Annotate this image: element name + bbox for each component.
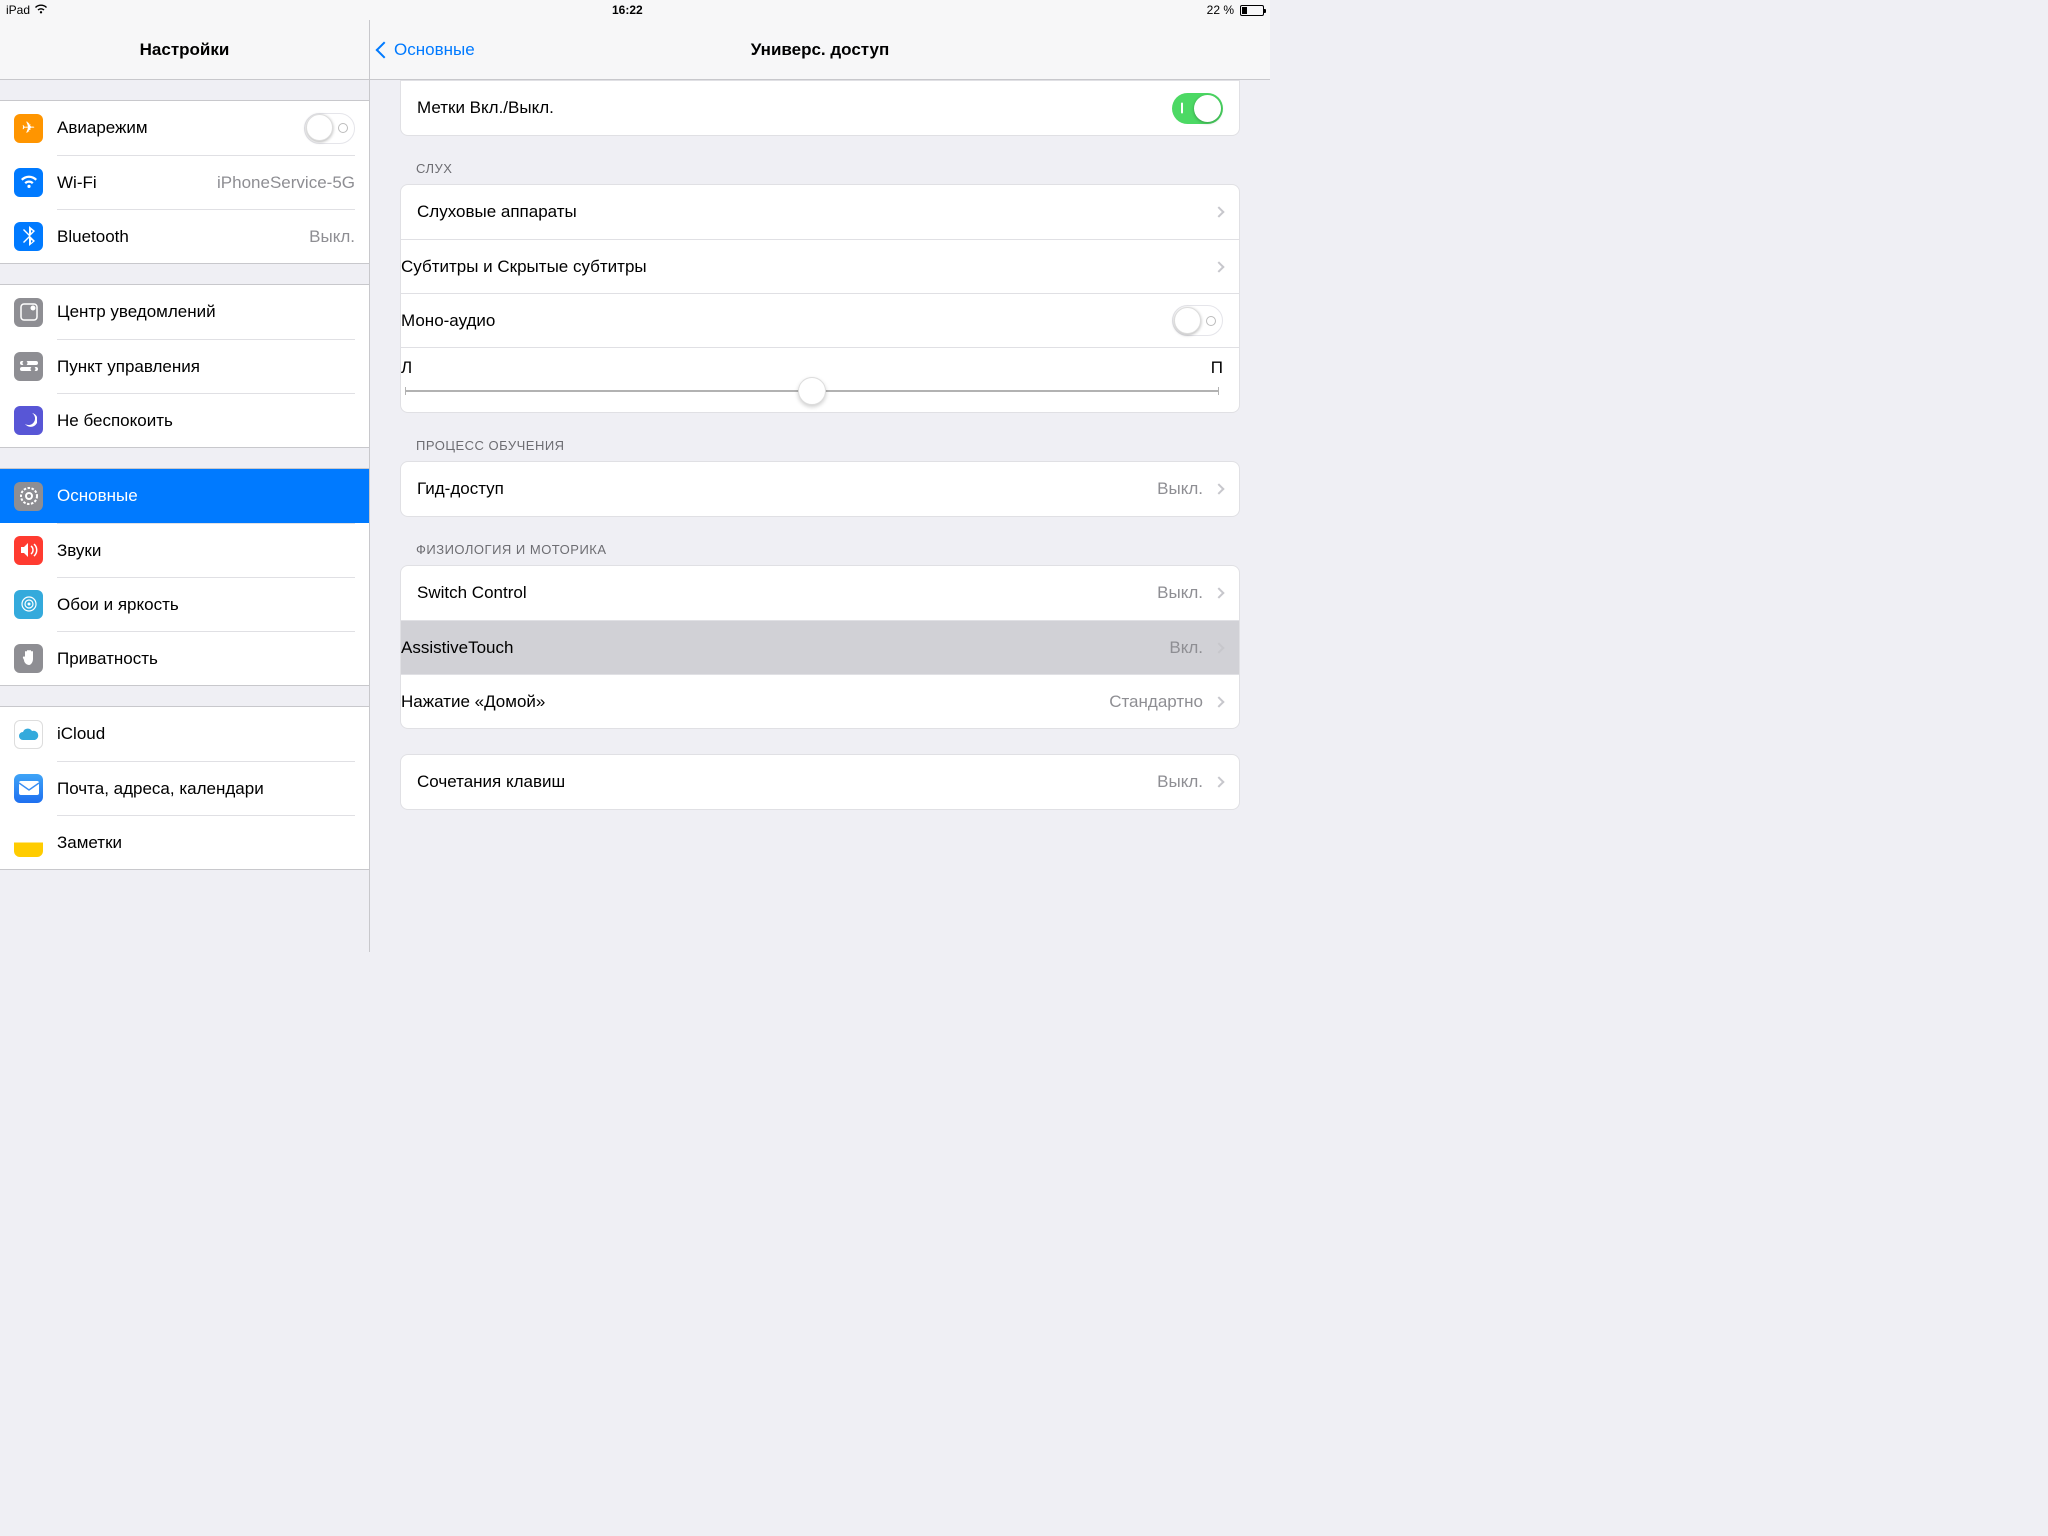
sidebar-item-wifi[interactable]: Wi-Fi iPhoneService-5G [0, 155, 369, 209]
sidebar-item-mail[interactable]: Почта, адреса, календари [0, 761, 369, 815]
cloud-icon [14, 720, 43, 749]
battery-pct: 22 % [1207, 3, 1234, 17]
switch-value: Выкл. [1157, 583, 1203, 603]
home-label: Нажатие «Домой» [401, 692, 1109, 712]
clock: 16:22 [612, 3, 643, 17]
chevron-right-icon [1213, 776, 1224, 787]
sidebar-item-dnd[interactable]: Не беспокоить [0, 393, 369, 447]
assistive-value: Вкл. [1169, 638, 1203, 658]
sidebar-item-control-center[interactable]: Пункт управления [0, 339, 369, 393]
wifi-value: iPhoneService-5G [217, 173, 355, 193]
content-pane: Основные Универс. доступ Метки Вкл./Выкл… [370, 20, 1270, 952]
mail-icon [14, 774, 43, 803]
bluetooth-icon [14, 222, 43, 251]
device-label: iPad [6, 3, 30, 17]
sidebar-item-privacy[interactable]: Приватность [0, 631, 369, 685]
row-mono-audio[interactable]: Моно-аудио [401, 293, 1239, 347]
chevron-right-icon [1213, 206, 1224, 217]
wifi-label: Wi-Fi [57, 173, 217, 193]
balance-right-label: П [1211, 358, 1223, 378]
row-guided-access[interactable]: Гид-доступ Выкл. [401, 462, 1239, 516]
wifi-icon [34, 3, 48, 17]
section-motor: ФИЗИОЛОГИЯ И МОТОРИКА [416, 542, 1224, 557]
settings-sidebar: Настройки ✈ Авиарежим Wi-Fi iPhoneServic… [0, 20, 370, 952]
status-bar: iPad 16:22 22 % [0, 0, 1270, 20]
section-hearing: СЛУХ [416, 161, 1224, 176]
mono-label: Моно-аудио [401, 311, 1172, 331]
shortcut-label: Сочетания клавиш [417, 772, 1157, 792]
chevron-right-icon [1213, 483, 1224, 494]
icloud-label: iCloud [57, 724, 355, 744]
moon-icon [14, 406, 43, 435]
sounds-label: Звуки [57, 541, 355, 561]
chevron-right-icon [1213, 696, 1224, 707]
row-labels-toggle[interactable]: Метки Вкл./Выкл. [401, 81, 1239, 135]
row-home-click[interactable]: Нажатие «Домой» Стандартно [401, 674, 1239, 728]
chevron-left-icon [376, 41, 393, 58]
balance-slider[interactable] [405, 390, 1219, 392]
sidebar-item-sounds[interactable]: Звуки [0, 523, 369, 577]
back-button[interactable]: Основные [378, 40, 475, 60]
sidebar-title: Настройки [140, 40, 230, 60]
row-balance-slider: Л П [401, 347, 1239, 412]
sidebar-navbar: Настройки [0, 20, 369, 80]
control-center-icon [14, 352, 43, 381]
control-center-label: Пункт управления [57, 357, 355, 377]
notes-label: Заметки [57, 833, 355, 853]
row-switch-control[interactable]: Switch Control Выкл. [401, 566, 1239, 620]
privacy-label: Приватность [57, 649, 355, 669]
back-label: Основные [394, 40, 475, 60]
wallpaper-label: Обои и яркость [57, 595, 355, 615]
sidebar-item-airplane[interactable]: ✈ Авиарежим [0, 101, 369, 155]
general-label: Основные [57, 486, 355, 506]
wallpaper-icon [14, 590, 43, 619]
guided-value: Выкл. [1157, 479, 1203, 499]
notifications-label: Центр уведомлений [57, 302, 355, 322]
labels-toggle-label: Метки Вкл./Выкл. [417, 98, 1172, 118]
slider-thumb[interactable] [798, 377, 826, 405]
row-subtitles[interactable]: Субтитры и Скрытые субтитры [401, 239, 1239, 293]
balance-left-label: Л [401, 358, 412, 378]
guided-label: Гид-доступ [417, 479, 1157, 499]
bluetooth-label: Bluetooth [57, 227, 309, 247]
notification-center-icon [14, 298, 43, 327]
sidebar-item-bluetooth[interactable]: Bluetooth Выкл. [0, 209, 369, 263]
row-shortcut[interactable]: Сочетания клавиш Выкл. [401, 755, 1239, 809]
hand-icon [14, 644, 43, 673]
labels-toggle[interactable] [1172, 93, 1223, 124]
subtitles-label: Субтитры и Скрытые субтитры [401, 257, 1211, 277]
chevron-right-icon [1213, 642, 1224, 653]
mono-toggle[interactable] [1172, 305, 1223, 336]
content-title: Универс. доступ [751, 40, 890, 60]
content-navbar: Основные Универс. доступ [370, 20, 1270, 80]
sidebar-item-notifications[interactable]: Центр уведомлений [0, 285, 369, 339]
airplane-label: Авиарежим [57, 118, 304, 138]
assistive-label: AssistiveTouch [401, 638, 1169, 658]
airplane-toggle[interactable] [304, 113, 355, 144]
battery-icon [1240, 5, 1264, 16]
notes-icon [14, 828, 43, 857]
row-assistive-touch[interactable]: AssistiveTouch Вкл. [401, 620, 1239, 674]
chevron-right-icon [1213, 261, 1224, 272]
airplane-icon: ✈ [14, 114, 43, 143]
sidebar-item-notes[interactable]: Заметки [0, 815, 369, 869]
section-learning: ПРОЦЕСС ОБУЧЕНИЯ [416, 438, 1224, 453]
wifi-icon [14, 168, 43, 197]
home-value: Стандартно [1109, 692, 1203, 712]
mail-label: Почта, адреса, календари [57, 779, 355, 799]
hearing-aids-label: Слуховые аппараты [417, 202, 1211, 222]
sidebar-item-wallpaper[interactable]: Обои и яркость [0, 577, 369, 631]
chevron-right-icon [1213, 587, 1224, 598]
row-hearing-aids[interactable]: Слуховые аппараты [401, 185, 1239, 239]
speaker-icon [14, 536, 43, 565]
switch-label: Switch Control [417, 583, 1157, 603]
sidebar-item-icloud[interactable]: iCloud [0, 707, 369, 761]
gear-icon [14, 482, 43, 511]
bluetooth-value: Выкл. [309, 227, 355, 247]
shortcut-value: Выкл. [1157, 772, 1203, 792]
dnd-label: Не беспокоить [57, 411, 355, 431]
sidebar-item-general[interactable]: Основные [0, 469, 369, 523]
